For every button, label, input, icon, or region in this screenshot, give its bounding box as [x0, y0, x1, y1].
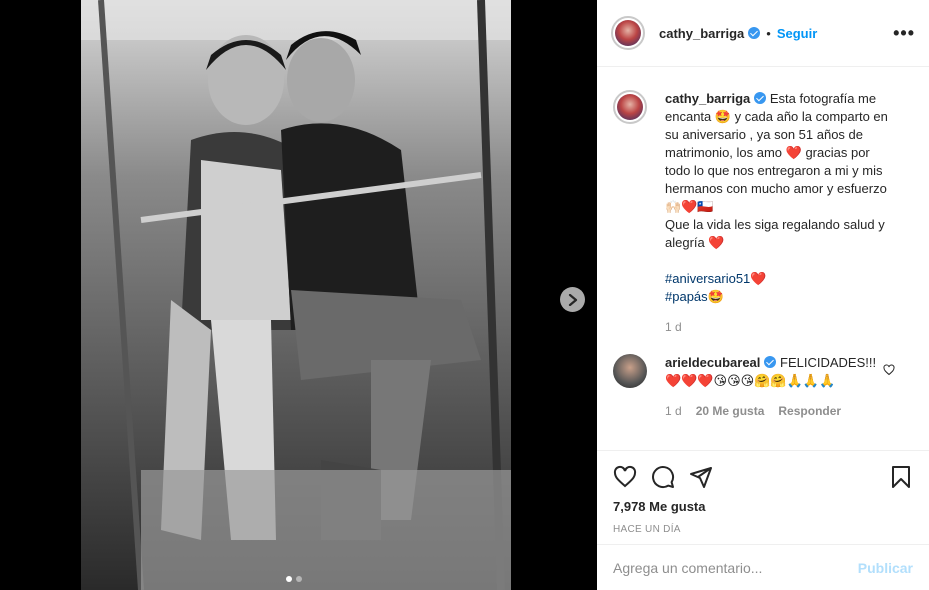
- verified-badge-icon: [764, 356, 777, 368]
- publish-button[interactable]: Publicar: [858, 560, 913, 576]
- comments-list[interactable]: cathy_barriga Esta fotografía me encanta…: [597, 78, 929, 448]
- separator-dot: •: [766, 25, 771, 41]
- like-heart-icon[interactable]: [613, 465, 637, 489]
- carousel-dot-1: [286, 576, 292, 582]
- hashtag-papas[interactable]: #papás🤩: [665, 288, 889, 306]
- next-image-button[interactable]: [560, 287, 585, 312]
- chevron-right-icon: [568, 293, 577, 306]
- caption: cathy_barriga Esta fotografía me encanta…: [613, 90, 913, 336]
- author-username[interactable]: cathy_barriga: [659, 26, 744, 41]
- verified-badge-icon: [748, 27, 761, 39]
- like-comment-heart-icon[interactable]: [883, 364, 895, 376]
- hashtag-aniversario[interactable]: #aniversario51❤️: [665, 270, 889, 288]
- likes-count[interactable]: 7,978 Me gusta: [597, 499, 929, 514]
- post-header: cathy_barriga • Seguir •••: [597, 0, 929, 67]
- commenter-username[interactable]: arieldecubareal: [665, 355, 760, 370]
- comment-bubble-icon[interactable]: [651, 465, 675, 489]
- caption-meta: 1 d: [665, 318, 889, 336]
- photo-illustration: [81, 0, 511, 590]
- comment-body: arieldecubareal FELICIDADES!!! ❤️❤️❤️😘😘😘…: [665, 354, 889, 420]
- caption-text-2: Que la vida les siga regalando salud y a…: [665, 217, 885, 250]
- comment-input[interactable]: [613, 559, 858, 576]
- comment-time[interactable]: 1 d: [665, 402, 682, 420]
- action-icons: [597, 451, 929, 495]
- comment-item: arieldecubareal FELICIDADES!!! ❤️❤️❤️😘😘😘…: [613, 354, 913, 420]
- carousel-dot-2: [296, 576, 302, 582]
- author-avatar[interactable]: [611, 16, 645, 50]
- verified-badge-icon: [754, 92, 767, 104]
- caption-text: Esta fotografía me encanta 🤩 y cada año …: [665, 91, 888, 214]
- caption-username[interactable]: cathy_barriga: [665, 91, 750, 106]
- follow-button[interactable]: Seguir: [777, 26, 817, 41]
- more-options-button[interactable]: •••: [893, 23, 915, 44]
- post-photo[interactable]: [81, 0, 511, 590]
- comment-meta: 1 d 20 Me gusta Responder: [665, 402, 889, 420]
- commenter-avatar[interactable]: [613, 354, 647, 388]
- carousel-dots: [286, 576, 302, 582]
- save-bookmark-icon[interactable]: [889, 465, 913, 489]
- comment-likes[interactable]: 20 Me gusta: [696, 402, 765, 420]
- photo-area: [0, 0, 597, 590]
- share-paper-plane-icon[interactable]: [689, 465, 713, 489]
- caption-body: cathy_barriga Esta fotografía me encanta…: [665, 90, 889, 336]
- caption-time[interactable]: 1 d: [665, 318, 682, 336]
- post-time-ago[interactable]: HACE UN DÍA: [597, 524, 929, 535]
- caption-avatar[interactable]: [613, 90, 647, 124]
- reply-button[interactable]: Responder: [778, 402, 841, 420]
- post-actions: 7,978 Me gusta HACE UN DÍA Publicar: [597, 450, 929, 590]
- post-side-panel: cathy_barriga • Seguir ••• cathy_barriga…: [597, 0, 929, 590]
- add-comment-bar: Publicar: [597, 544, 929, 590]
